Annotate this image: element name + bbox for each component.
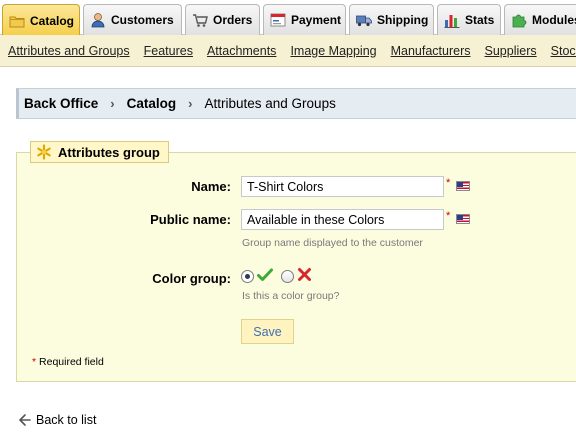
check-icon: [257, 267, 273, 283]
back-to-list-label: Back to list: [36, 413, 97, 427]
required-marker: *: [446, 177, 451, 189]
tab-payment[interactable]: Payment: [263, 4, 346, 35]
asterisk-icon: [36, 144, 52, 160]
name-input[interactable]: [241, 176, 444, 197]
back-to-list-link[interactable]: Back to list: [18, 413, 96, 427]
truck-icon: [356, 12, 372, 28]
top-tab-bar: Catalog Customers Orders Payment Shippin…: [0, 0, 576, 36]
color-group-hint: Is this a color group?: [242, 290, 340, 302]
color-group-no-radio[interactable]: [281, 270, 294, 283]
fieldset-legend: Attributes group: [30, 141, 169, 163]
tab-stats-label: Stats: [465, 13, 495, 27]
color-group-label: Color group:: [152, 271, 231, 286]
bar-chart-icon: [444, 12, 460, 28]
cross-icon: [297, 267, 312, 282]
puzzle-icon: [511, 12, 527, 28]
folder-icon: [9, 13, 25, 29]
tab-customers[interactable]: Customers: [83, 4, 182, 35]
subnav-stock[interactable]: Stock: [551, 44, 576, 58]
tab-catalog-label: Catalog: [30, 13, 75, 28]
tab-stats[interactable]: Stats: [437, 4, 501, 35]
us-flag-icon[interactable]: [456, 214, 470, 224]
fieldset-legend-text: Attributes group: [58, 144, 160, 160]
tab-catalog[interactable]: Catalog: [2, 4, 80, 36]
tab-orders-label: Orders: [213, 13, 253, 27]
subnav-attachments[interactable]: Attachments: [207, 44, 276, 58]
subnav-suppliers[interactable]: Suppliers: [485, 44, 537, 58]
arrow-left-icon: [18, 413, 32, 427]
subnav-manufacturers[interactable]: Manufacturers: [391, 44, 471, 58]
tab-shipping-label: Shipping: [377, 13, 429, 27]
color-group-yes-radio[interactable]: [241, 270, 254, 283]
required-marker: *: [446, 210, 451, 222]
breadcrumb-catalog[interactable]: Catalog: [127, 96, 177, 111]
public-name-hint: Group name displayed to the customer: [242, 237, 423, 249]
name-label: Name:: [191, 179, 231, 194]
tab-payment-label: Payment: [291, 13, 342, 27]
us-flag-icon[interactable]: [456, 181, 470, 191]
cart-icon: [192, 12, 208, 28]
tab-customers-label: Customers: [111, 13, 174, 27]
breadcrumb-separator: ›: [110, 96, 115, 111]
customer-icon: [90, 12, 106, 28]
save-button[interactable]: Save: [241, 319, 294, 344]
sub-navigation: Attributes and Groups Features Attachmen…: [0, 35, 576, 67]
tab-shipping[interactable]: Shipping: [349, 4, 434, 35]
subnav-features[interactable]: Features: [144, 44, 193, 58]
public-name-input[interactable]: [241, 209, 444, 230]
payment-icon: [270, 12, 286, 28]
tab-modules-label: Modules: [532, 13, 576, 27]
breadcrumb-back-office[interactable]: Back Office: [24, 96, 98, 111]
breadcrumb-current-page: Attributes and Groups: [204, 96, 336, 111]
breadcrumb: Back Office › Catalog › Attributes and G…: [16, 88, 576, 119]
required-field-note: * Required field: [32, 356, 104, 368]
subnav-attributes-and-groups[interactable]: Attributes and Groups: [8, 44, 130, 58]
subnav-image-mapping[interactable]: Image Mapping: [290, 44, 376, 58]
public-name-label: Public name:: [150, 212, 231, 227]
breadcrumb-separator: ›: [188, 96, 193, 111]
required-field-text: Required field: [39, 356, 104, 368]
required-marker: *: [32, 356, 37, 368]
tab-modules[interactable]: Modules: [504, 4, 576, 35]
tab-orders[interactable]: Orders: [185, 4, 260, 35]
